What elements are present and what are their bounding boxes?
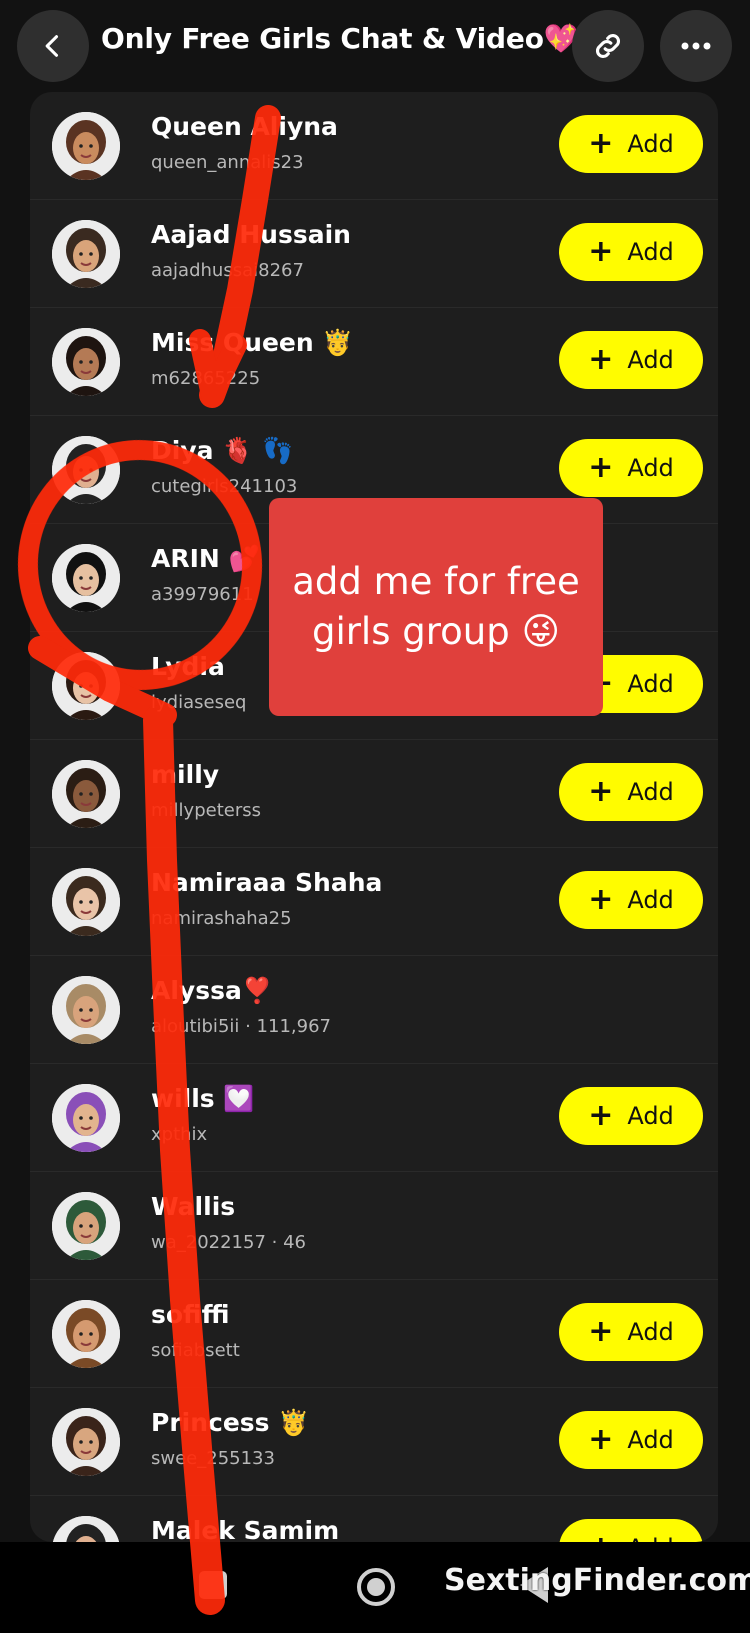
add-friend-button[interactable]: + Add bbox=[559, 1087, 703, 1145]
avatar[interactable] bbox=[52, 1300, 120, 1368]
member-name: Diya 🫀 👣 bbox=[151, 436, 294, 465]
list-item[interactable]: sofiffi sofiabsett + Add bbox=[30, 1280, 718, 1388]
add-friend-button[interactable]: + Add bbox=[559, 223, 703, 281]
member-username: namirashaha25 bbox=[151, 908, 292, 929]
back-button[interactable] bbox=[17, 10, 89, 82]
add-label: Add bbox=[627, 1426, 674, 1454]
add-label: Add bbox=[627, 778, 674, 806]
avatar[interactable] bbox=[52, 1516, 120, 1542]
member-list: Queen Aliyna queen_annalis23 + Add Aajad… bbox=[30, 92, 718, 1542]
more-horizontal-icon bbox=[681, 42, 711, 50]
member-username: wa_2022157 · 46 bbox=[151, 1232, 306, 1253]
list-item[interactable]: Namiraaa Shaha namirashaha25 + Add bbox=[30, 848, 718, 956]
avatar[interactable] bbox=[52, 760, 120, 828]
list-item[interactable]: Queen Aliyna queen_annalis23 + Add bbox=[30, 92, 718, 200]
member-name: Namiraaa Shaha bbox=[151, 868, 383, 897]
avatar[interactable] bbox=[52, 1084, 120, 1152]
list-item[interactable]: Aajad Hussain aajadhussai8267 + Add bbox=[30, 200, 718, 308]
list-item[interactable]: Wallis wa_2022157 · 46 bbox=[30, 1172, 718, 1280]
list-item[interactable]: milly millypeterss + Add bbox=[30, 740, 718, 848]
member-username: m62865225 bbox=[151, 368, 261, 389]
avatar[interactable] bbox=[52, 220, 120, 288]
chevron-left-icon bbox=[45, 35, 59, 57]
add-friend-button[interactable]: + Add bbox=[559, 871, 703, 929]
group-title: Only Free Girls Chat & Video💖 bbox=[101, 22, 579, 55]
add-friend-button[interactable]: + Add bbox=[559, 1519, 703, 1542]
list-item[interactable]: Malek Samim + Add bbox=[30, 1496, 718, 1542]
avatar[interactable] bbox=[52, 544, 120, 612]
member-username: swee_255133 bbox=[151, 1448, 275, 1469]
annotation-note: add me for free girls group 😜 bbox=[269, 498, 603, 716]
share-link-button[interactable] bbox=[572, 10, 644, 82]
avatar[interactable] bbox=[52, 112, 120, 180]
member-name: Alyssa❣️ bbox=[151, 976, 273, 1005]
plus-icon: + bbox=[588, 342, 614, 377]
member-username: aloutibi5ii · 111,967 bbox=[151, 1016, 331, 1037]
avatar[interactable] bbox=[52, 652, 120, 720]
member-username: xpthix bbox=[151, 1124, 208, 1145]
avatar[interactable] bbox=[52, 436, 120, 504]
plus-icon: + bbox=[588, 1314, 614, 1349]
add-label: Add bbox=[627, 346, 674, 374]
plus-icon: + bbox=[588, 450, 614, 485]
list-item[interactable]: Princess 🤴 swee_255133 + Add bbox=[30, 1388, 718, 1496]
add-friend-button[interactable]: + Add bbox=[559, 115, 703, 173]
avatar[interactable] bbox=[52, 976, 120, 1044]
member-username: aajadhussai8267 bbox=[151, 260, 304, 281]
add-label: Add bbox=[627, 1534, 673, 1542]
list-item[interactable]: Alyssa❣️ aloutibi5ii · 111,967 bbox=[30, 956, 718, 1064]
member-name: wills 💟 bbox=[151, 1084, 255, 1113]
add-label: Add bbox=[627, 238, 674, 266]
home-button[interactable] bbox=[357, 1568, 395, 1606]
add-label: Add bbox=[627, 1102, 674, 1130]
member-name: Lydia bbox=[151, 652, 225, 681]
member-name: Princess 🤴 bbox=[151, 1408, 310, 1437]
plus-icon: + bbox=[588, 774, 614, 809]
plus-icon: + bbox=[588, 882, 614, 917]
member-username: lydiaseseq bbox=[151, 692, 247, 713]
member-name: Miss Queen 🤴 bbox=[151, 328, 354, 357]
member-name: Malek Samim bbox=[151, 1516, 340, 1542]
member-name: Queen Aliyna bbox=[151, 112, 338, 141]
add-friend-button[interactable]: + Add bbox=[559, 439, 703, 497]
avatar[interactable] bbox=[52, 328, 120, 396]
member-username: sofiabsett bbox=[151, 1340, 240, 1361]
add-label: Add bbox=[627, 886, 674, 914]
avatar[interactable] bbox=[52, 1408, 120, 1476]
top-bar: Only Free Girls Chat & Video💖 bbox=[0, 0, 750, 92]
watermark: SextingFinder.com bbox=[444, 1563, 750, 1598]
add-friend-button[interactable]: + Add bbox=[559, 1411, 703, 1469]
plus-icon: + bbox=[588, 126, 614, 161]
add-label: Add bbox=[627, 670, 674, 698]
add-label: Add bbox=[627, 1318, 674, 1346]
link-icon bbox=[595, 33, 621, 59]
member-name: milly bbox=[151, 760, 220, 789]
list-item[interactable]: wills 💟 xpthix + Add bbox=[30, 1064, 718, 1172]
member-username: millypeterss bbox=[151, 800, 261, 821]
avatar[interactable] bbox=[52, 868, 120, 936]
member-name: ARIN 💕 bbox=[151, 544, 260, 573]
plus-icon: + bbox=[588, 1533, 613, 1543]
member-username: cutegirls241103 bbox=[151, 476, 298, 497]
add-friend-button[interactable]: + Add bbox=[559, 1303, 703, 1361]
plus-icon: + bbox=[588, 1422, 614, 1457]
member-name: Aajad Hussain bbox=[151, 220, 351, 249]
more-options-button[interactable] bbox=[660, 10, 732, 82]
member-name: Wallis bbox=[151, 1192, 236, 1221]
add-friend-button[interactable]: + Add bbox=[559, 331, 703, 389]
avatar[interactable] bbox=[52, 1192, 120, 1260]
member-name: sofiffi bbox=[151, 1300, 230, 1329]
add-friend-button[interactable]: + Add bbox=[559, 763, 703, 821]
add-label: Add bbox=[627, 454, 674, 482]
plus-icon: + bbox=[588, 1098, 614, 1133]
member-username: a39979611 bbox=[151, 584, 254, 605]
member-username: queen_annalis23 bbox=[151, 152, 304, 173]
add-label: Add bbox=[627, 130, 674, 158]
recent-apps-button[interactable] bbox=[199, 1571, 227, 1599]
list-item[interactable]: Miss Queen 🤴 m62865225 + Add bbox=[30, 308, 718, 416]
plus-icon: + bbox=[588, 234, 614, 269]
